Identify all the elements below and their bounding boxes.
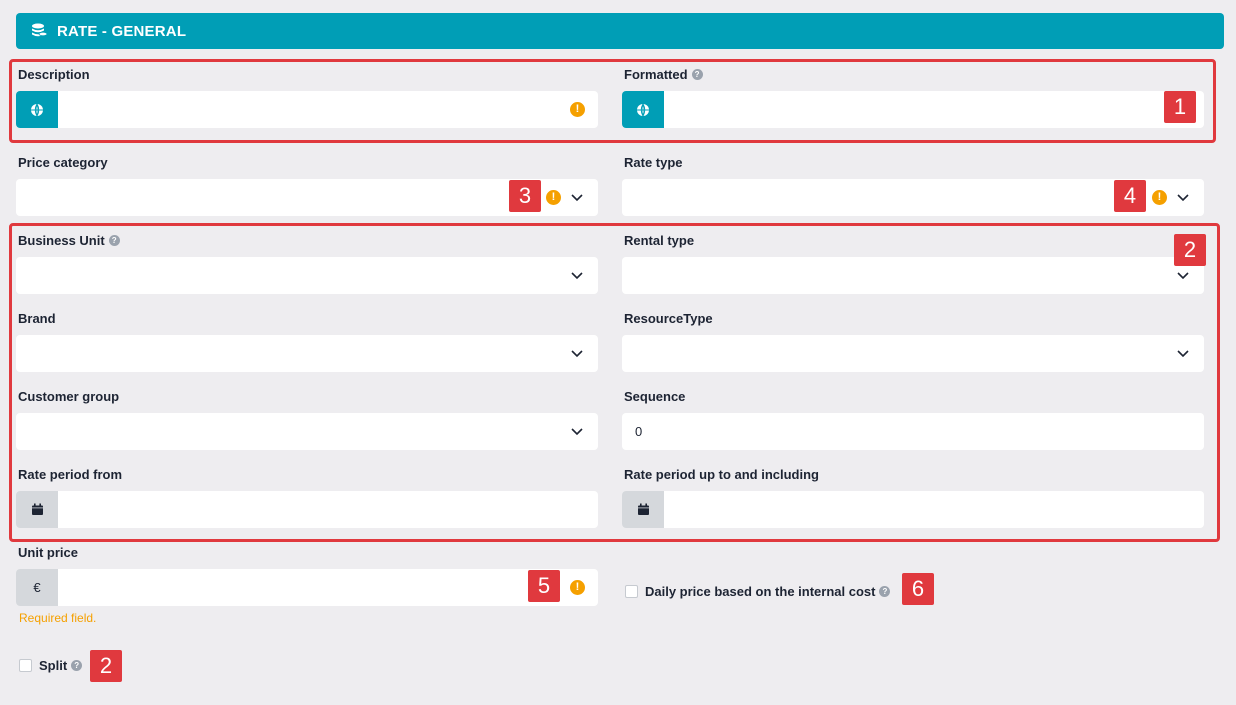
coins-icon bbox=[32, 23, 48, 37]
currency-addon: € bbox=[16, 569, 58, 606]
annotation-badge-split: 2 bbox=[90, 650, 122, 682]
annotation-badge-6: 6 bbox=[902, 573, 934, 605]
warning-icon: ! bbox=[546, 190, 561, 205]
annotation-box-1 bbox=[9, 59, 1216, 143]
annotation-badge-4: 4 bbox=[1114, 180, 1146, 212]
price-category-label: Price category bbox=[18, 155, 108, 170]
daily-price-checkbox[interactable] bbox=[625, 585, 638, 598]
help-icon[interactable]: ? bbox=[879, 586, 891, 597]
annotation-box-2 bbox=[9, 223, 1220, 542]
unit-price-input[interactable]: € ! bbox=[16, 569, 598, 606]
help-icon[interactable]: ? bbox=[71, 660, 83, 671]
warning-icon: ! bbox=[570, 580, 585, 595]
required-field-message: Required field. bbox=[19, 611, 97, 625]
section-title: RATE - GENERAL bbox=[57, 22, 187, 40]
warning-icon: ! bbox=[1152, 190, 1167, 205]
chevron-down-icon bbox=[1177, 194, 1189, 202]
chevron-down-icon bbox=[571, 194, 583, 202]
split-checkbox[interactable] bbox=[19, 659, 32, 672]
annotation-badge-5: 5 bbox=[528, 570, 560, 602]
daily-price-label: Daily price based on the internal cost ? bbox=[645, 584, 891, 599]
unit-price-label: Unit price bbox=[18, 545, 78, 560]
annotation-badge-2: 2 bbox=[1174, 234, 1206, 266]
split-label: Split ? bbox=[39, 658, 83, 673]
rate-type-label: Rate type bbox=[624, 155, 683, 170]
section-header: RATE - GENERAL bbox=[16, 13, 1224, 49]
annotation-badge-3: 3 bbox=[509, 180, 541, 212]
annotation-badge-1: 1 bbox=[1164, 91, 1196, 123]
